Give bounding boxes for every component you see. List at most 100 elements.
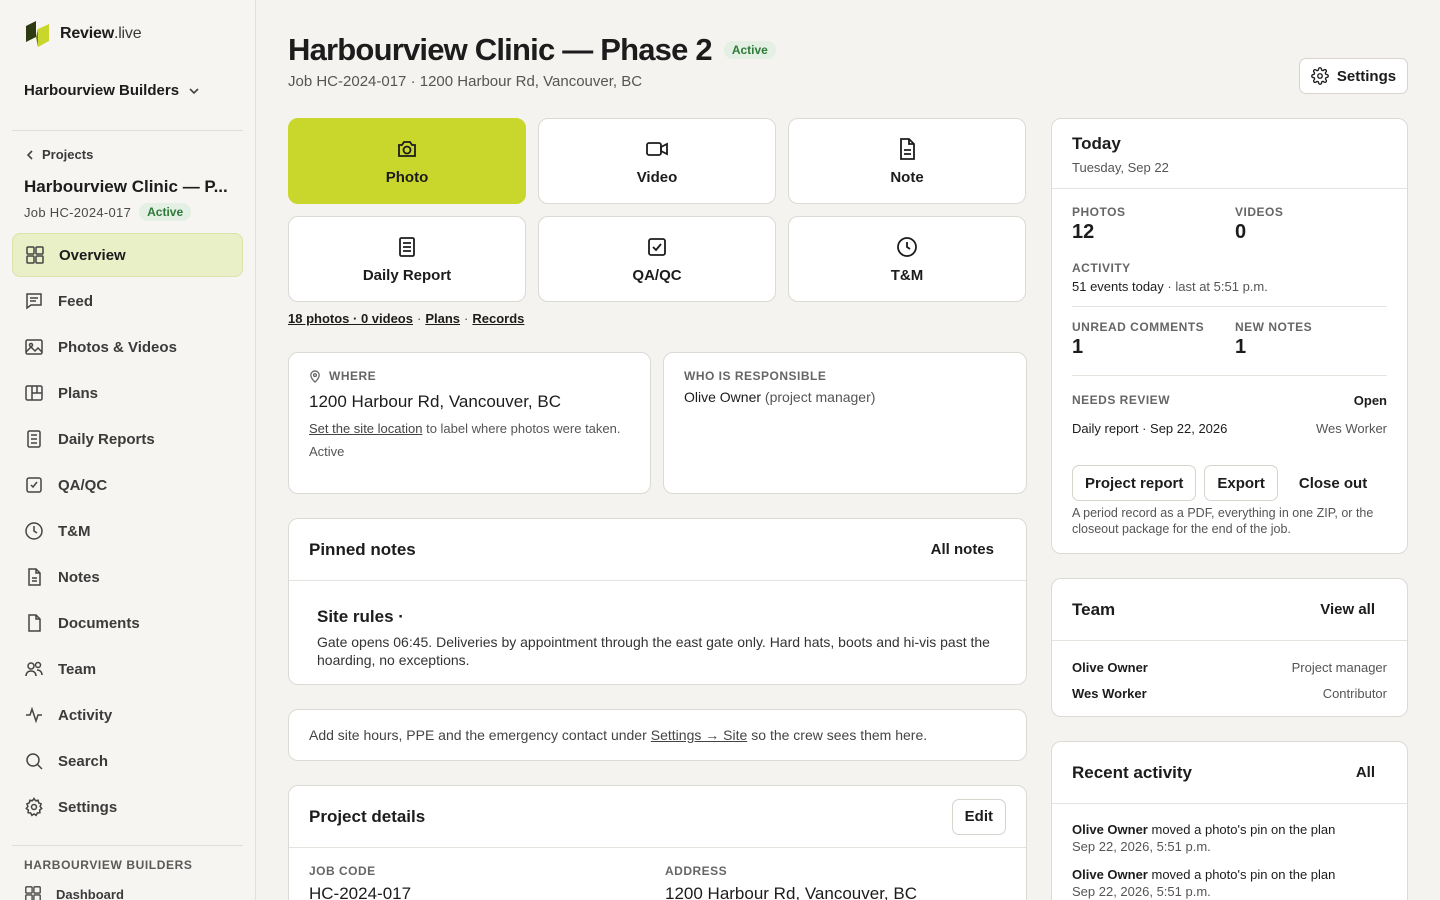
team-member-name: Olive Owner: [1072, 659, 1148, 675]
sidebar-item-qa-qc[interactable]: QA/QC: [12, 463, 243, 507]
note-title[interactable]: Site rules ·: [317, 607, 998, 627]
set-site-location-link[interactable]: Set the site location: [309, 421, 422, 436]
open-link[interactable]: Open: [1354, 393, 1387, 408]
export-button[interactable]: Export: [1204, 465, 1278, 501]
sidebar-item-overview[interactable]: Overview: [12, 233, 243, 277]
recent-activity-title: Recent activity: [1072, 762, 1192, 782]
address-label: ADDRESS: [665, 864, 728, 878]
sidebar-item-plans[interactable]: Plans: [12, 371, 243, 415]
sidebar-project-code: Job HC-2024-017: [24, 204, 132, 220]
note-action-button[interactable]: Note: [788, 118, 1026, 204]
job-code-field: JOB CODE HC-2024-017: [309, 864, 411, 900]
brand-name: Review.live: [60, 25, 142, 42]
project-report-button[interactable]: Project report: [1072, 465, 1197, 501]
activity-item[interactable]: Olive Owner moved a photo's pin on the p…: [1052, 822, 1407, 854]
project-details-card: Project details Edit JOB CODE HC-2024-01…: [288, 785, 1027, 900]
sidebar-item-label: Activity: [58, 706, 113, 724]
responsible-name: Olive Owner: [684, 389, 762, 405]
document-icon: [900, 137, 915, 160]
daily-report-action-button[interactable]: Daily Report: [288, 216, 526, 302]
photo-action-button[interactable]: Photo: [288, 118, 526, 204]
records-link[interactable]: Records: [472, 311, 524, 326]
org-switcher[interactable]: Harbourview Builders: [24, 82, 201, 99]
back-to-projects-link[interactable]: Projects: [24, 147, 93, 162]
message-icon: [26, 293, 42, 310]
team-member-role: Contributor: [1322, 685, 1387, 701]
where-card: WHERE 1200 Harbour Rd, Vancouver, BC Set…: [288, 352, 651, 494]
close-out-button[interactable]: Close out: [1285, 465, 1381, 501]
org-section-label: HARBOURVIEW BUILDERS: [24, 858, 193, 872]
team-member-row[interactable]: Wes Worker Contributor: [1052, 680, 1407, 706]
sidebar-item-activity[interactable]: Activity: [12, 693, 243, 737]
sidebar-item-dashboard[interactable]: Dashboard: [24, 885, 124, 900]
grid-icon: [26, 246, 44, 264]
sidebar-item-daily-reports[interactable]: Daily Reports: [12, 417, 243, 461]
sidebar-item-notes[interactable]: Notes: [12, 555, 243, 599]
media-link[interactable]: 18 photos · 0 videos: [288, 311, 413, 326]
photo-action-label: Photo: [385, 168, 429, 186]
tm-action-label: T&M: [890, 266, 924, 284]
tip-text: so the crew sees them here.: [751, 727, 928, 743]
new-notes-label: NEW NOTES: [1235, 320, 1313, 334]
gear-icon: [1311, 67, 1329, 85]
where-status: Active: [309, 444, 345, 459]
gear-icon: [25, 797, 43, 817]
team-member-name: Wes Worker: [1072, 685, 1147, 701]
videos-stat: VIDEOS 0: [1235, 205, 1283, 244]
team-member-row[interactable]: Olive Owner Project manager: [1052, 654, 1407, 680]
qaqc-action-label: QA/QC: [632, 266, 682, 284]
needs-review-label: NEEDS REVIEW: [1072, 393, 1171, 407]
photos-stat-value: 12: [1072, 221, 1095, 243]
view-all-team-button[interactable]: View all: [1308, 595, 1387, 624]
sidebar-item-label: Team: [58, 660, 97, 678]
report-icon: [27, 430, 41, 448]
tm-action-button[interactable]: T&M: [788, 216, 1026, 302]
activity-description: moved a photo's pin on the plan: [1147, 867, 1336, 882]
today-header: Today Tuesday, Sep 22: [1052, 119, 1407, 189]
videos-stat-label: VIDEOS: [1235, 205, 1284, 219]
sidebar-item-label: Feed: [58, 292, 94, 310]
brand[interactable]: Review.live: [24, 20, 142, 48]
review-item[interactable]: Daily report · Sep 22, 2026 Wes Worker: [1072, 421, 1387, 436]
sidebar-item-team[interactable]: Team: [12, 647, 243, 691]
sidebar-item-label: Dashboard: [56, 886, 124, 900]
separator: ·: [464, 311, 469, 326]
video-action-button[interactable]: Video: [538, 118, 776, 204]
all-notes-button[interactable]: All notes: [919, 535, 1006, 564]
sidebar-item-feed[interactable]: Feed: [12, 279, 243, 323]
sidebar-item-photos-videos[interactable]: Photos & Videos: [12, 325, 243, 369]
settings-site-link[interactable]: Settings → Site: [651, 727, 748, 743]
plans-link[interactable]: Plans: [425, 311, 460, 326]
sidebar-item-settings[interactable]: Settings: [12, 785, 243, 829]
sidebar-item-search[interactable]: Search: [12, 739, 243, 783]
map-icon: [25, 385, 43, 401]
note-body: Gate opens 06:45. Deliveries by appointm…: [317, 634, 990, 668]
sidebar-item-label: Settings: [58, 798, 118, 816]
settings-button[interactable]: Settings: [1299, 58, 1408, 94]
review-item-title: Daily report · Sep 22, 2026: [1072, 421, 1228, 436]
org-name: Harbourview Builders: [24, 82, 180, 99]
activity-description: moved a photo's pin on the plan: [1147, 822, 1336, 837]
team-card: Team View all Olive Owner Project manage…: [1051, 578, 1408, 717]
sidebar-item-documents[interactable]: Documents: [12, 601, 243, 645]
project-details-title: Project details: [309, 806, 426, 826]
export-actions: Project report Export Close out: [1072, 465, 1381, 501]
separator: ·: [416, 311, 422, 326]
activity-item[interactable]: Olive Owner moved a photo's pin on the p…: [1052, 867, 1407, 899]
grid-icon: [25, 886, 41, 900]
where-label: WHERE: [329, 369, 377, 383]
qaqc-action-button[interactable]: QA/QC: [538, 216, 776, 302]
recent-activity-header: Recent activity All: [1052, 742, 1407, 804]
sidebar-item-t-m[interactable]: T&M: [12, 509, 243, 553]
sidebar-project-meta: Job HC-2024-017 Active: [24, 203, 192, 221]
clock-icon: [897, 236, 917, 257]
unread-comments-label: UNREAD COMMENTS: [1072, 320, 1205, 334]
settings-button-label: Settings: [1336, 67, 1397, 85]
sidebar: Review.live Harbourview Builders Project…: [0, 0, 256, 900]
sidebar-project-name: Harbourview Clinic — P...: [24, 177, 228, 196]
all-activity-button[interactable]: All: [1344, 758, 1387, 787]
edit-button[interactable]: Edit: [951, 798, 1006, 835]
new-notes-stat: NEW NOTES 1: [1235, 320, 1312, 359]
camera-icon: [398, 140, 416, 157]
page-title: Harbourview Clinic — Phase 2: [288, 32, 713, 67]
